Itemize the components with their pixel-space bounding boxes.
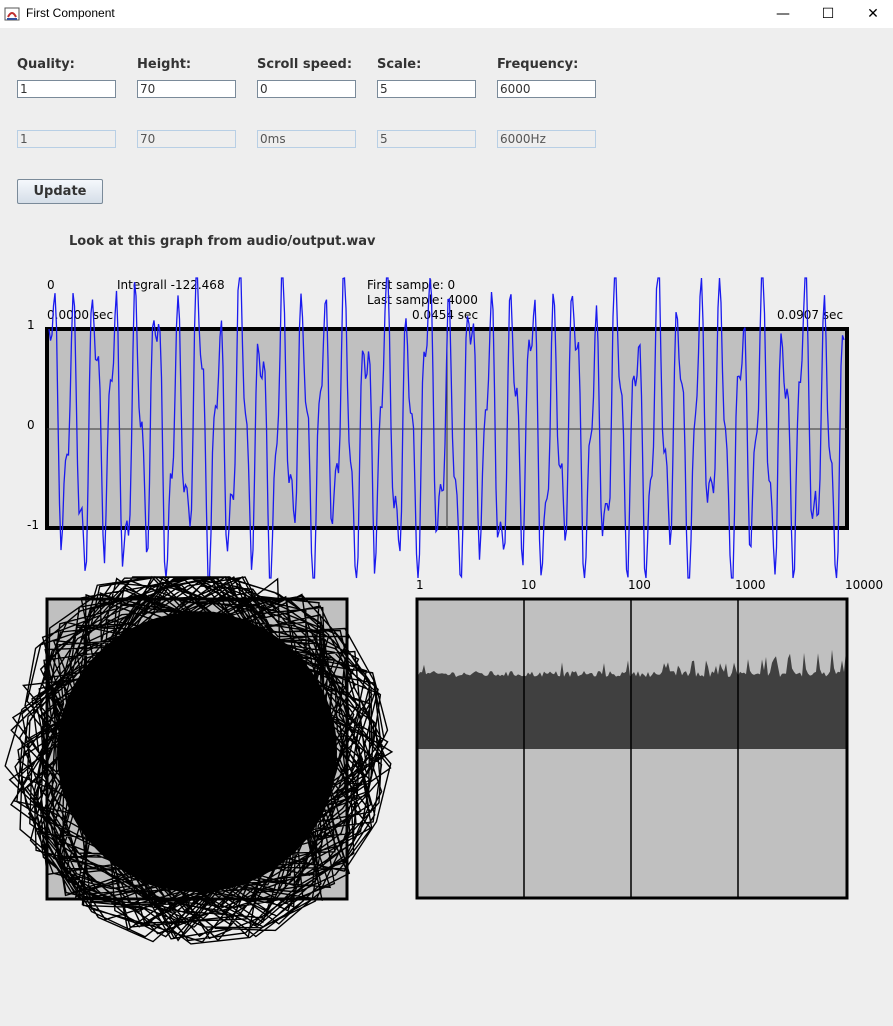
title-bar: First Component — ☐ ✕	[0, 0, 893, 28]
phase-scope-graph	[4, 575, 394, 945]
waveform-start-index: 0	[47, 278, 55, 292]
waveform-time-end: 0.0907 sec	[777, 308, 843, 322]
spectrum-x-label-10000: 10000	[845, 578, 883, 592]
quality-input[interactable]	[17, 80, 116, 98]
scroll-speed-input[interactable]	[257, 80, 356, 98]
spectrum-x-label-10: 10	[521, 578, 536, 592]
spectrum-x-label-100: 100	[628, 578, 651, 592]
waveform-last-sample: Last sample: 4000	[367, 293, 478, 307]
maximize-icon: ☐	[821, 6, 835, 22]
height-input[interactable]	[137, 80, 236, 98]
height-label: Height:	[137, 57, 192, 72]
waveform-first-sample: First sample: 0	[367, 278, 455, 292]
waveform-y-min: -1	[27, 518, 39, 532]
waveform-y-max: 1	[27, 318, 35, 332]
close-icon: ✕	[867, 6, 879, 22]
frequency-input[interactable]	[497, 80, 596, 98]
java-app-icon	[4, 7, 20, 21]
update-button[interactable]: Update	[17, 179, 103, 204]
waveform-time-start: 0.0000 sec	[47, 308, 113, 322]
graph-caption: Look at this graph from audio/output.wav	[69, 234, 376, 249]
waveform-graph: 0 Integrall -122.468 First sample: 0 Las…	[27, 277, 849, 579]
quality-label: Quality:	[17, 57, 75, 72]
minimize-icon: —	[776, 6, 790, 22]
scale-display	[377, 130, 476, 148]
spectrum-graph: 1 10 100 1000 10000	[415, 578, 883, 900]
minimize-button[interactable]: —	[760, 0, 806, 28]
close-button[interactable]: ✕	[850, 0, 893, 28]
window-title: First Component	[26, 6, 115, 20]
quality-display	[17, 130, 116, 148]
height-display	[137, 130, 236, 148]
waveform-y-zero: 0	[27, 418, 35, 432]
scale-label: Scale:	[377, 57, 422, 72]
scroll-speed-display	[257, 130, 356, 148]
spectrum-x-label-1: 1	[416, 578, 424, 592]
frequency-display	[497, 130, 596, 148]
frequency-label: Frequency:	[497, 57, 579, 72]
waveform-integral: Integrall -122.468	[117, 278, 225, 292]
spectrum-x-label-1000: 1000	[735, 578, 766, 592]
scale-input[interactable]	[377, 80, 476, 98]
maximize-button[interactable]: ☐	[805, 0, 851, 28]
scroll-speed-label: Scroll speed:	[257, 57, 353, 72]
